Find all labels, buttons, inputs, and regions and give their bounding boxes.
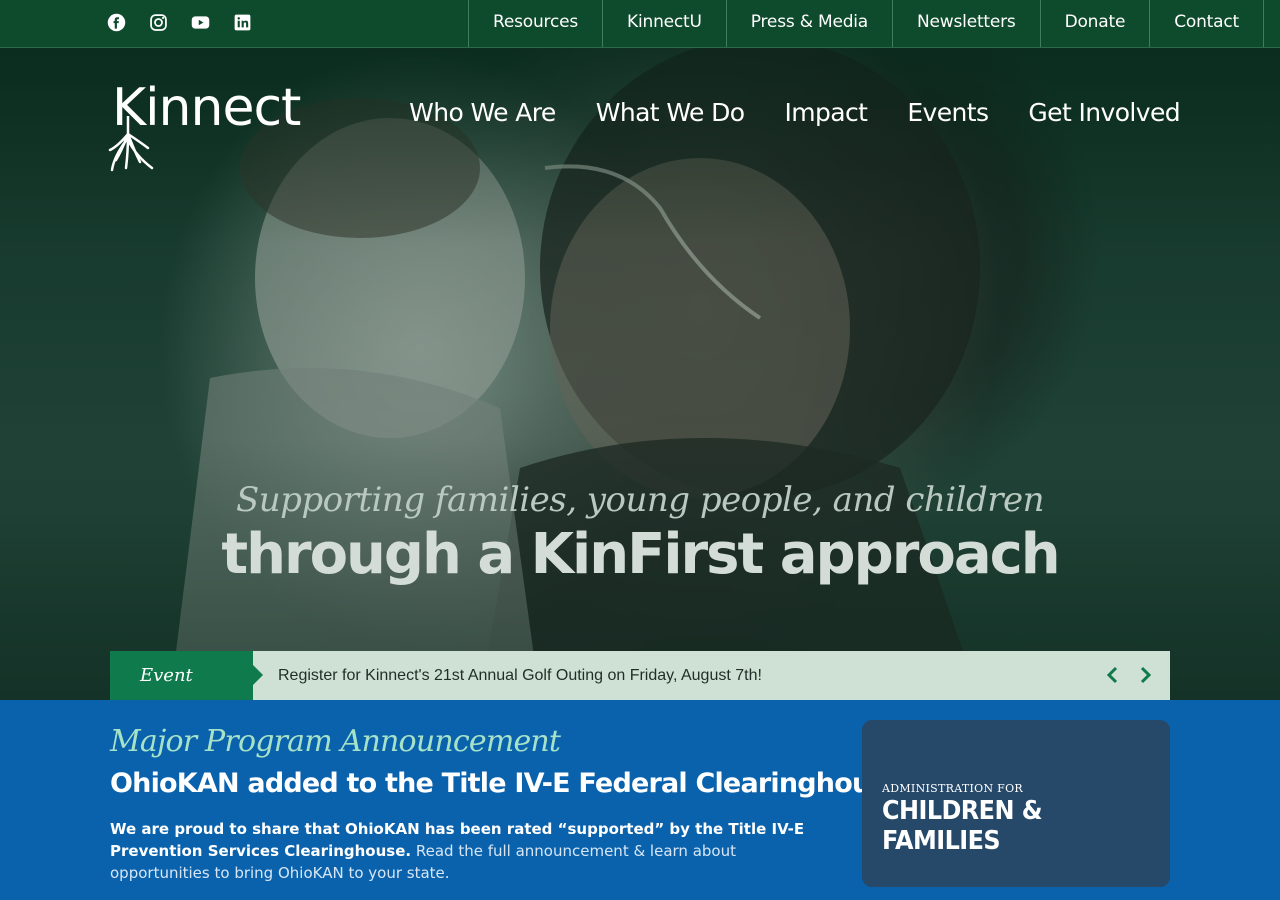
roots-icon [108,116,154,172]
main-nav: Who We Are What We Do Impact Events Get … [409,98,1181,127]
ticker-label: Event Updates [110,651,263,735]
announcement-kicker: Major Program Announcement [110,724,561,759]
hero-headline: through a KinFirst approach [221,522,1060,587]
util-link-press-media[interactable]: Press & Media [725,0,892,47]
hero-tagline: Supporting families, young people, and c… [235,480,1045,520]
announcement-body: We are proud to share that OhioKAN has b… [110,818,825,884]
youtube-icon[interactable] [190,12,211,33]
util-link-contact[interactable]: Contact [1149,0,1264,47]
util-link-kinnectu[interactable]: KinnectU [602,0,726,47]
announcement-title: OhioKAN added to the Title IV-E Federal … [110,768,904,799]
ticker-prev-icon[interactable] [1103,665,1123,685]
acf-logo-big-text: CHILDREN & FAMILIES [882,796,1043,856]
utility-nav: Resources KinnectU Press & Media Newslet… [468,0,1264,47]
util-link-donate[interactable]: Donate [1039,0,1150,47]
acf-logo-small-text: ADMINISTRATION FOR [882,782,1023,795]
event-ticker: Event Updates Register for Kinnect's 21s… [110,651,1170,735]
util-link-resources[interactable]: Resources [468,0,602,47]
facebook-icon[interactable] [106,12,127,33]
instagram-icon[interactable] [148,12,169,33]
ticker-next-icon[interactable] [1135,665,1155,685]
nav-events[interactable]: Events [907,98,989,127]
ticker-event-link[interactable]: Register for Kinnect's 21st Annual Golf … [278,651,762,700]
announcement-section: Major Program Announcement OhioKAN added… [0,700,1280,900]
nav-what-we-do[interactable]: What We Do [596,98,745,127]
util-link-newsletters[interactable]: Newsletters [892,0,1040,47]
kinnect-logo[interactable]: Kinnect [108,82,301,172]
nav-impact[interactable]: Impact [784,98,867,127]
linkedin-icon[interactable] [232,12,253,33]
top-utility-bar: Resources KinnectU Press & Media Newslet… [0,0,1280,48]
nav-who-we-are[interactable]: Who We Are [409,98,556,127]
social-links [106,12,253,33]
acf-logo-card[interactable]: ADMINISTRATION FOR CHILDREN & FAMILIES [862,720,1170,887]
hero-banner: Kinnect Who We Are What We Do Impact Eve… [0,48,1280,700]
nav-get-involved[interactable]: Get Involved [1028,98,1180,127]
